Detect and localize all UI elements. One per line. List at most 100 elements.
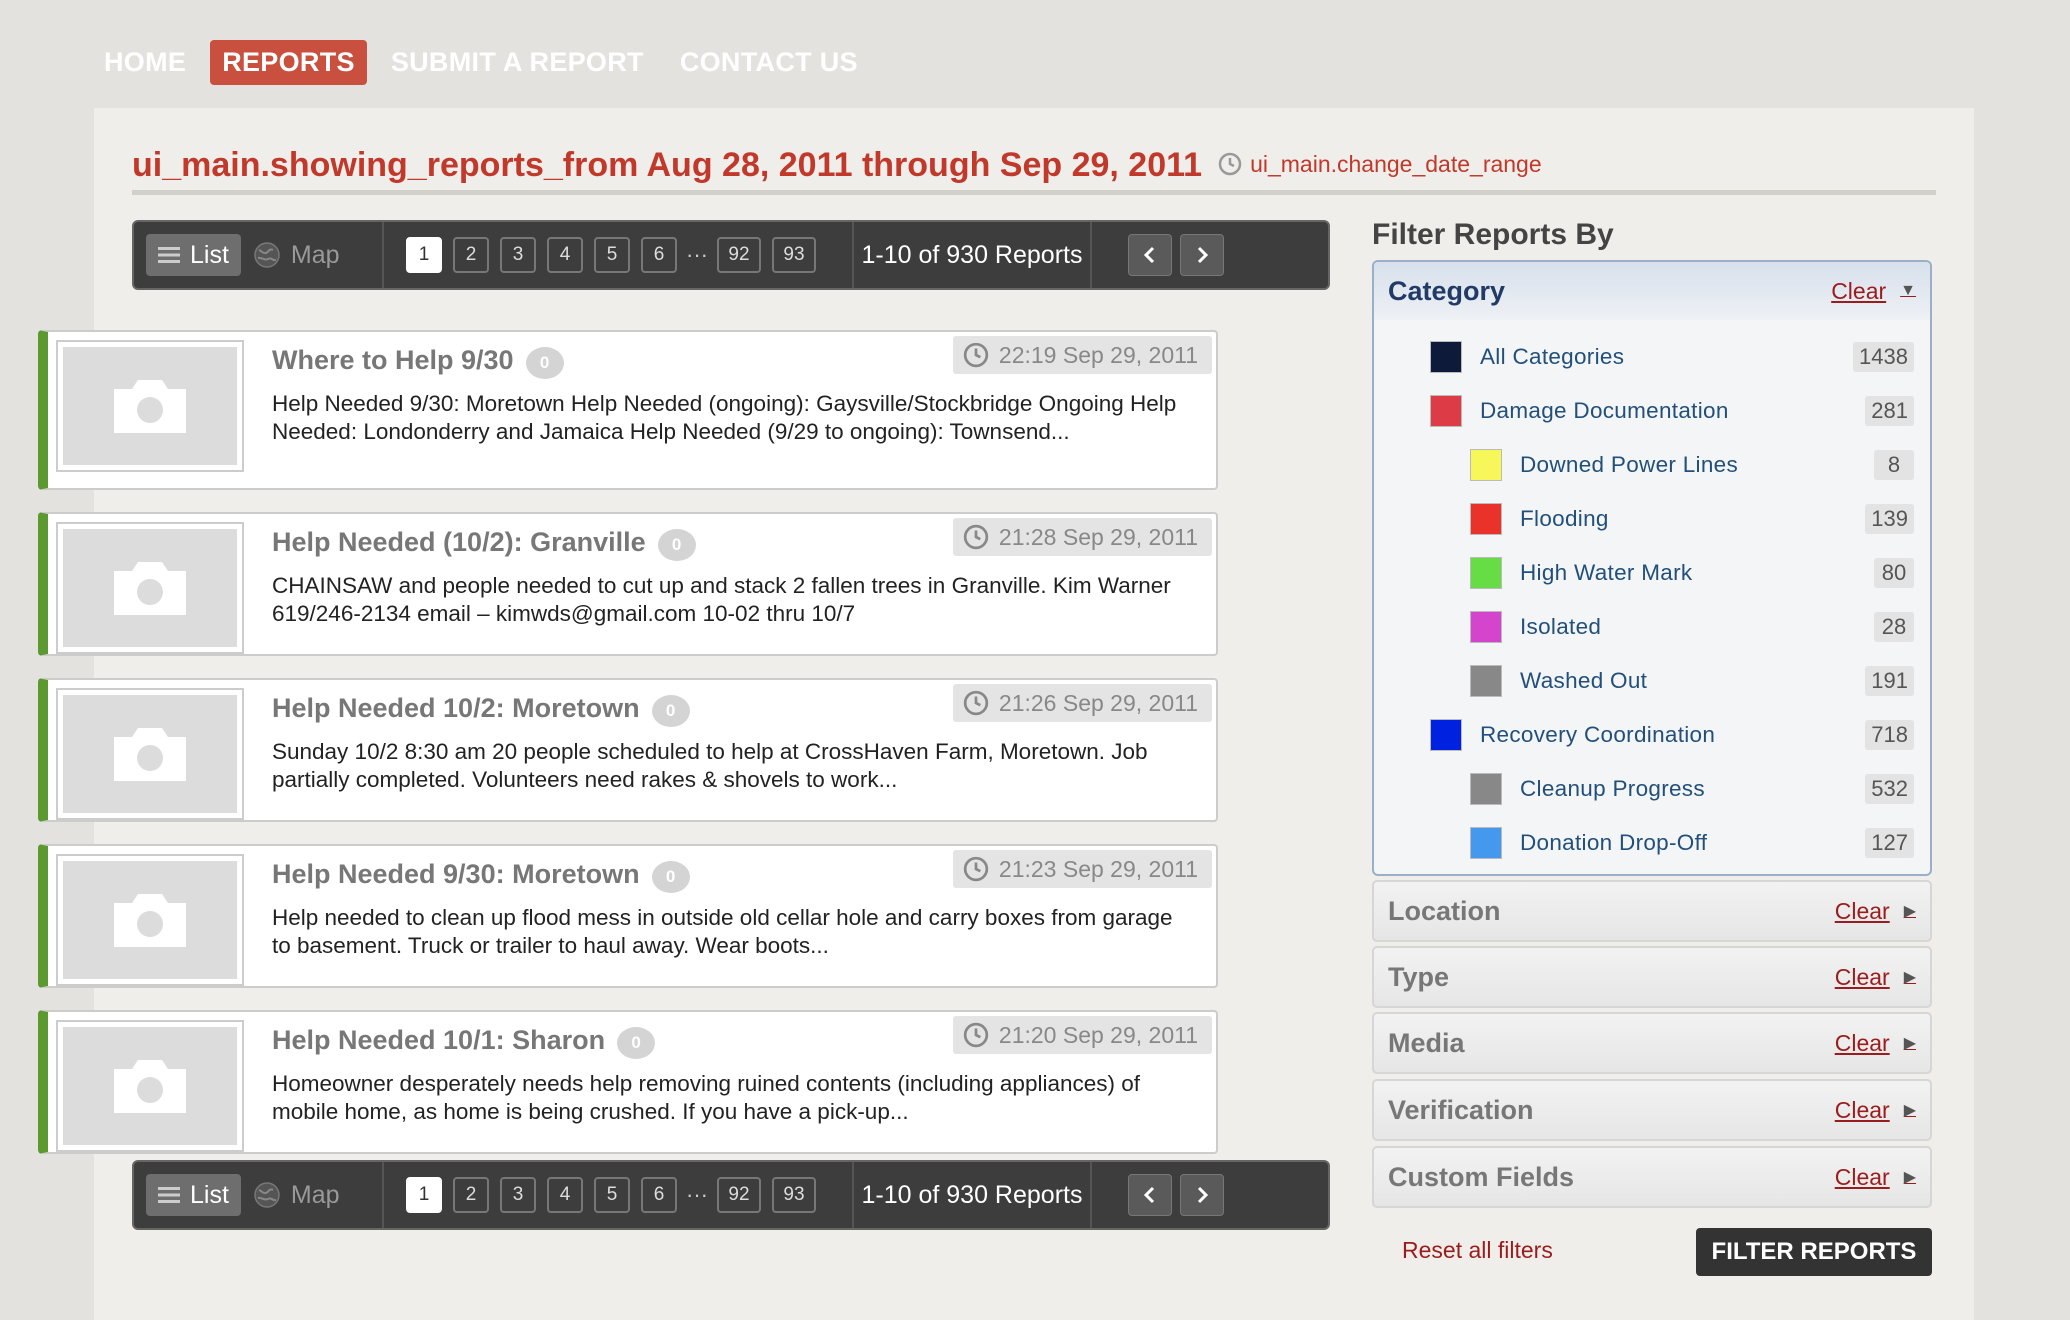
type-filter-title: Type bbox=[1388, 961, 1450, 992]
category-clear-link[interactable]: Clear ▼ bbox=[1831, 278, 1916, 305]
chevron-left-icon bbox=[1143, 1186, 1155, 1204]
category-item[interactable]: Donation Drop-Off 127 bbox=[1470, 826, 1930, 860]
category-count: 281 bbox=[1865, 396, 1914, 426]
category-item[interactable]: Damage Documentation 281 bbox=[1430, 394, 1930, 428]
prev-page-button[interactable] bbox=[1128, 234, 1172, 276]
page-link-1[interactable]: 1 bbox=[406, 1177, 442, 1213]
page-link-2[interactable]: 2 bbox=[453, 1177, 489, 1213]
list-view-button[interactable]: List bbox=[146, 1174, 241, 1216]
category-swatch bbox=[1430, 341, 1462, 373]
report-title-text: Help Needed 10/2: Moretown bbox=[272, 692, 640, 723]
clock-icon bbox=[963, 1022, 989, 1048]
page-link-6[interactable]: 6 bbox=[641, 1177, 677, 1213]
category-item[interactable]: High Water Mark 80 bbox=[1470, 556, 1930, 590]
category-swatch bbox=[1470, 773, 1502, 805]
category-item[interactable]: Downed Power Lines 8 bbox=[1470, 448, 1930, 482]
category-item[interactable]: Cleanup Progress 532 bbox=[1470, 772, 1930, 806]
nav-submit-report[interactable]: SUBMIT A REPORT bbox=[379, 40, 656, 85]
page-link-3[interactable]: 3 bbox=[500, 1177, 536, 1213]
report-item[interactable]: Help Needed 9/30: Moretown 0 21:23 Sep 29… bbox=[38, 844, 1218, 988]
next-page-button[interactable] bbox=[1180, 234, 1224, 276]
page-link-93[interactable]: 93 bbox=[771, 237, 816, 273]
location-clear-link[interactable]: Clear ▶ bbox=[1835, 898, 1916, 925]
page-link-1[interactable]: 1 bbox=[406, 237, 442, 273]
type-clear-link[interactable]: Clear ▶ bbox=[1835, 964, 1916, 991]
top-nav: HOME REPORTS SUBMIT A REPORT CONTACT US bbox=[92, 40, 870, 85]
report-title[interactable]: Help Needed 9/30: Moretown 0 bbox=[272, 858, 690, 893]
category-filter-header[interactable]: Category Clear ▼ bbox=[1374, 262, 1930, 320]
page-link-4[interactable]: 4 bbox=[547, 1177, 583, 1213]
custom-fields-filter[interactable]: Custom Fields Clear ▶ bbox=[1372, 1146, 1932, 1208]
location-filter[interactable]: Location Clear ▶ bbox=[1372, 880, 1932, 942]
category-count: 718 bbox=[1865, 720, 1914, 750]
list-view-label: List bbox=[190, 1180, 229, 1209]
next-page-button[interactable] bbox=[1180, 1174, 1224, 1216]
list-view-button[interactable]: List bbox=[146, 234, 241, 276]
nav-contact-us[interactable]: CONTACT US bbox=[668, 40, 870, 85]
report-title-text: Help Needed (10/2): Granville bbox=[272, 526, 646, 557]
reset-filters-link[interactable]: Reset all filters bbox=[1402, 1237, 1553, 1264]
category-item[interactable]: Recovery Coordination 718 bbox=[1430, 718, 1930, 752]
page-link-3[interactable]: 3 bbox=[500, 237, 536, 273]
media-filter[interactable]: Media Clear ▶ bbox=[1372, 1012, 1932, 1074]
report-item[interactable]: Help Needed 10/1: Sharon 0 21:20 Sep 29, … bbox=[38, 1010, 1218, 1154]
comment-count-badge: 0 bbox=[651, 861, 690, 893]
report-thumbnail bbox=[56, 522, 244, 654]
page-link-4[interactable]: 4 bbox=[547, 237, 583, 273]
report-date-text: 21:28 Sep 29, 2011 bbox=[998, 523, 1198, 550]
page-link-92[interactable]: 92 bbox=[716, 1177, 761, 1213]
change-date-range-link[interactable]: ui_main.change_date_range bbox=[1218, 151, 1542, 178]
category-count: 8 bbox=[1874, 450, 1914, 480]
pager-arrows bbox=[1092, 234, 1224, 276]
category-count: 127 bbox=[1865, 828, 1914, 858]
camera-icon bbox=[114, 562, 186, 615]
clear-label: Clear bbox=[1834, 1096, 1890, 1123]
report-date: 21:23 Sep 29, 2011 bbox=[952, 850, 1212, 888]
page-link-92[interactable]: 92 bbox=[716, 237, 761, 273]
custom-fields-clear-link[interactable]: Clear ▶ bbox=[1835, 1164, 1916, 1191]
report-item[interactable]: Where to Help 9/30 0 22:19 Sep 29, 2011 H… bbox=[38, 330, 1218, 490]
map-view-label: Map bbox=[290, 240, 340, 269]
map-view-button[interactable]: Map bbox=[241, 234, 352, 276]
page-link-6[interactable]: 6 bbox=[641, 237, 677, 273]
page-link-93[interactable]: 93 bbox=[771, 1177, 816, 1213]
view-switcher: List Map bbox=[134, 1162, 384, 1228]
report-count: 1-10 of 930 Reports bbox=[854, 1162, 1092, 1228]
page-link-5[interactable]: 5 bbox=[594, 237, 630, 273]
report-title[interactable]: Where to Help 9/30 0 bbox=[272, 344, 564, 379]
list-icon bbox=[158, 247, 180, 263]
page-link-2[interactable]: 2 bbox=[453, 237, 489, 273]
nav-home[interactable]: HOME bbox=[92, 40, 198, 85]
page-link-5[interactable]: 5 bbox=[594, 1177, 630, 1213]
caret-right-icon: ▶ bbox=[1903, 1102, 1916, 1119]
page-links: 1 2 3 4 5 6 ··· 92 93 bbox=[384, 222, 854, 288]
nav-reports[interactable]: REPORTS bbox=[210, 40, 367, 85]
map-view-label: Map bbox=[290, 1180, 340, 1209]
chevron-left-icon bbox=[1143, 246, 1155, 264]
map-view-button[interactable]: Map bbox=[241, 1174, 352, 1216]
change-date-range-label: ui_main.change_date_range bbox=[1250, 150, 1542, 177]
report-excerpt: Help Needed 9/30: Moretown Help Needed (… bbox=[272, 391, 1177, 444]
report-item[interactable]: Help Needed (10/2): Granville 0 21:28 Sep… bbox=[38, 512, 1218, 656]
comment-count-badge: 0 bbox=[525, 347, 564, 379]
report-item[interactable]: Help Needed 10/2: Moretown 0 21:26 Sep 29… bbox=[38, 678, 1218, 822]
filter-reports-button[interactable]: FILTER REPORTS bbox=[1696, 1228, 1932, 1276]
category-item[interactable]: Washed Out 191 bbox=[1470, 664, 1930, 698]
report-title[interactable]: Help Needed 10/2: Moretown 0 bbox=[272, 692, 690, 727]
type-filter[interactable]: Type Clear ▶ bbox=[1372, 946, 1932, 1008]
report-date: 21:28 Sep 29, 2011 bbox=[952, 518, 1212, 556]
category-item[interactable]: Flooding 139 bbox=[1470, 502, 1930, 536]
report-date-text: 21:26 Sep 29, 2011 bbox=[998, 689, 1198, 716]
verification-clear-link[interactable]: Clear ▶ bbox=[1835, 1097, 1916, 1124]
category-swatch bbox=[1470, 665, 1502, 697]
prev-page-button[interactable] bbox=[1128, 1174, 1172, 1216]
clock-icon bbox=[963, 342, 989, 368]
report-thumbnail bbox=[56, 688, 244, 820]
verification-filter[interactable]: Verification Clear ▶ bbox=[1372, 1079, 1932, 1141]
report-title[interactable]: Help Needed 10/1: Sharon 0 bbox=[272, 1024, 656, 1059]
media-clear-link[interactable]: Clear ▶ bbox=[1835, 1030, 1916, 1057]
report-title[interactable]: Help Needed (10/2): Granville 0 bbox=[272, 526, 696, 561]
category-item[interactable]: All Categories 1438 bbox=[1430, 340, 1930, 374]
pager-top: List Map 1 2 3 4 5 6 ··· 92 93 1-10 of 9… bbox=[132, 220, 1330, 290]
category-item[interactable]: Isolated 28 bbox=[1470, 610, 1930, 644]
